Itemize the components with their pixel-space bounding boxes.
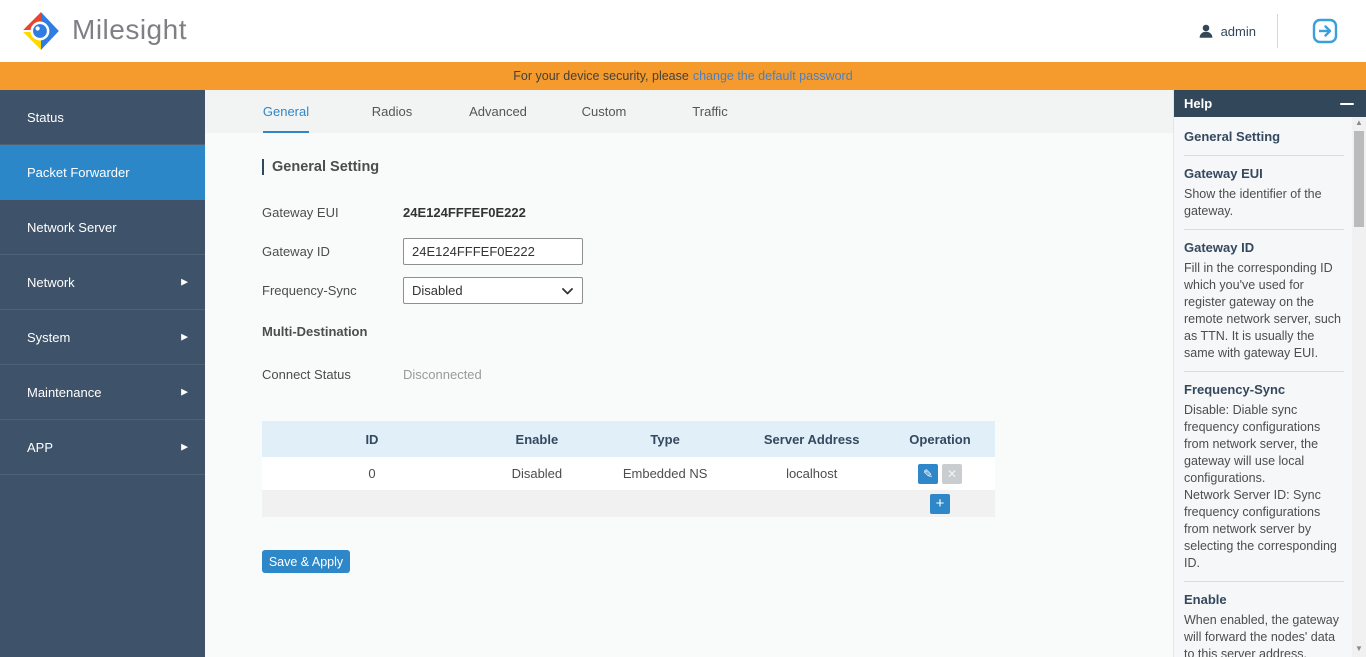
app-window: Milesight admin For your device security… (0, 0, 1366, 657)
sidebar-item-label: Maintenance (27, 384, 102, 400)
section-title: General Setting (262, 159, 1173, 175)
add-row-icon[interactable]: + (929, 493, 950, 514)
user-icon (1199, 24, 1212, 38)
help-section-body: Disable: Diable sync frequency configura… (1184, 403, 1337, 570)
scroll-up-icon[interactable]: ▲ (1352, 117, 1366, 129)
cell-id: 0 (368, 466, 376, 481)
tab-general[interactable]: General (233, 90, 339, 133)
user-name-label: admin (1220, 23, 1256, 39)
destination-table: ID Enable Type Server Address Operation … (262, 421, 995, 517)
help-section-frequency-sync: Frequency-Sync Disable: Diable sync freq… (1184, 372, 1344, 582)
cell-server-address: localhost (786, 466, 838, 481)
help-panel-header: Help (1174, 90, 1366, 117)
help-section-gateway-eui: Gateway EUI Show the identifier of the g… (1184, 156, 1344, 230)
cell-type: Embedded NS (622, 466, 708, 481)
col-header-type: Type (650, 431, 680, 447)
help-section-body: When enabled, the gateway will forward t… (1184, 613, 1339, 657)
table-header-row: ID Enable Type Server Address Operation (262, 421, 995, 457)
frequency-sync-row: Frequency-Sync Disabled (262, 277, 1173, 304)
collapse-icon[interactable] (1340, 102, 1354, 105)
footer-operation: + (885, 493, 995, 514)
sidebar-item-app[interactable]: APP ▶ (0, 420, 205, 475)
connect-status-value: Disconnected (403, 367, 482, 382)
main-content: General Radios Advanced Custom Traffic G… (205, 90, 1173, 657)
help-section-heading: Gateway ID (1184, 240, 1255, 255)
cell-enable: Disabled (511, 466, 563, 481)
tab-traffic[interactable]: Traffic (657, 90, 763, 133)
tab-custom[interactable]: Custom (551, 90, 657, 133)
help-section-heading: Enable (1184, 592, 1227, 607)
help-section-body: Fill in the corresponding ID which you'v… (1184, 261, 1342, 360)
chevron-down-icon (562, 288, 573, 295)
save-apply-button[interactable]: Save & Apply (262, 550, 350, 573)
gateway-id-row: Gateway ID (262, 238, 1173, 265)
col-header-server-address: Server Address (763, 431, 860, 447)
section-title-text: General Setting (272, 159, 380, 175)
sidebar-nav: Status Packet Forwarder Network Server N… (0, 90, 205, 657)
chevron-right-icon: ▶ (181, 331, 188, 342)
tab-advanced[interactable]: Advanced (445, 90, 551, 133)
help-section-gateway-id: Gateway ID Fill in the corresponding ID … (1184, 230, 1344, 372)
help-section-heading: Gateway EUI (1184, 166, 1263, 181)
delete-icon[interactable]: ✕ (941, 463, 962, 484)
help-scrollbar[interactable]: ▲ ▼ (1352, 117, 1366, 657)
logout-icon[interactable] (1312, 18, 1338, 44)
brand-title: Milesight (72, 14, 187, 45)
frequency-sync-selected-value: Disabled (412, 283, 463, 298)
tab-radios[interactable]: Radios (339, 90, 445, 133)
milesight-logo-icon (23, 12, 59, 50)
top-header: Milesight admin (0, 0, 1366, 62)
frequency-sync-select[interactable]: Disabled (403, 277, 583, 304)
help-title: Help (1184, 96, 1213, 111)
general-settings-panel: General Setting Gateway EUI 24E124FFFEF0… (205, 133, 1173, 573)
sidebar-item-label: Status (27, 109, 64, 125)
security-banner: For your device security, please change … (0, 62, 1366, 90)
multi-destination-heading: Multi-Destination (262, 324, 368, 339)
sidebar-item-status[interactable]: Status (0, 90, 205, 145)
help-section-heading: Frequency-Sync (1184, 382, 1286, 397)
edit-icon[interactable]: ✎ (917, 463, 938, 484)
table-footer-row: + (262, 490, 995, 517)
sidebar-item-network[interactable]: Network ▶ (0, 255, 205, 310)
table-row: 0 Disabled Embedded NS localhost ✎ ✕ (262, 457, 995, 490)
scrollbar-thumb[interactable] (1354, 131, 1364, 227)
sidebar-item-label: System (27, 329, 71, 345)
gateway-id-label: Gateway ID (262, 244, 330, 259)
frequency-sync-label: Frequency-Sync (262, 283, 357, 298)
help-section-enable: Enable When enabled, the gateway will fo… (1184, 582, 1344, 657)
header-divider (1277, 14, 1278, 48)
sidebar-item-label: Packet Forwarder (27, 164, 130, 180)
gateway-eui-value: 24E124FFFEF0E222 (403, 205, 526, 220)
chevron-right-icon: ▶ (181, 441, 188, 452)
gateway-id-input[interactable] (403, 238, 583, 265)
chevron-right-icon: ▶ (181, 276, 188, 287)
connect-status-row: Connect Status Disconnected (262, 361, 1173, 388)
user-menu[interactable]: admin (1197, 0, 1256, 62)
sidebar-item-maintenance[interactable]: Maintenance ▶ (0, 365, 205, 420)
section-title-bar (262, 159, 264, 175)
security-banner-text: For your device security, please (513, 69, 689, 83)
col-header-operation: Operation (909, 431, 971, 447)
tab-bar: General Radios Advanced Custom Traffic (205, 90, 1173, 133)
change-password-link[interactable]: change the default password (693, 69, 853, 83)
sidebar-item-label: Network (27, 274, 75, 290)
sidebar-item-packet-forwarder[interactable]: Packet Forwarder (0, 145, 205, 200)
help-section-general-setting: General Setting (1184, 119, 1344, 156)
sidebar-item-system[interactable]: System ▶ (0, 310, 205, 365)
gateway-eui-label: Gateway EUI (262, 205, 339, 220)
help-section-heading: General Setting (1184, 129, 1281, 144)
help-panel: Help General Setting Gateway EUI Show th… (1173, 90, 1366, 657)
chevron-right-icon: ▶ (181, 386, 188, 397)
col-header-id: ID (365, 431, 379, 447)
scroll-down-icon[interactable]: ▼ (1352, 643, 1366, 655)
col-header-enable: Enable (515, 431, 559, 447)
gateway-eui-row: Gateway EUI 24E124FFFEF0E222 (262, 199, 1173, 226)
sidebar-item-network-server[interactable]: Network Server (0, 200, 205, 255)
sidebar-item-label: APP (27, 439, 54, 455)
help-content: General Setting Gateway EUI Show the ide… (1174, 117, 1352, 657)
help-section-body: Show the identifier of the gateway. (1184, 187, 1322, 218)
connect-status-label: Connect Status (262, 367, 351, 382)
sidebar-item-label: Network Server (27, 219, 117, 235)
cell-operation: ✎ ✕ (885, 463, 995, 484)
